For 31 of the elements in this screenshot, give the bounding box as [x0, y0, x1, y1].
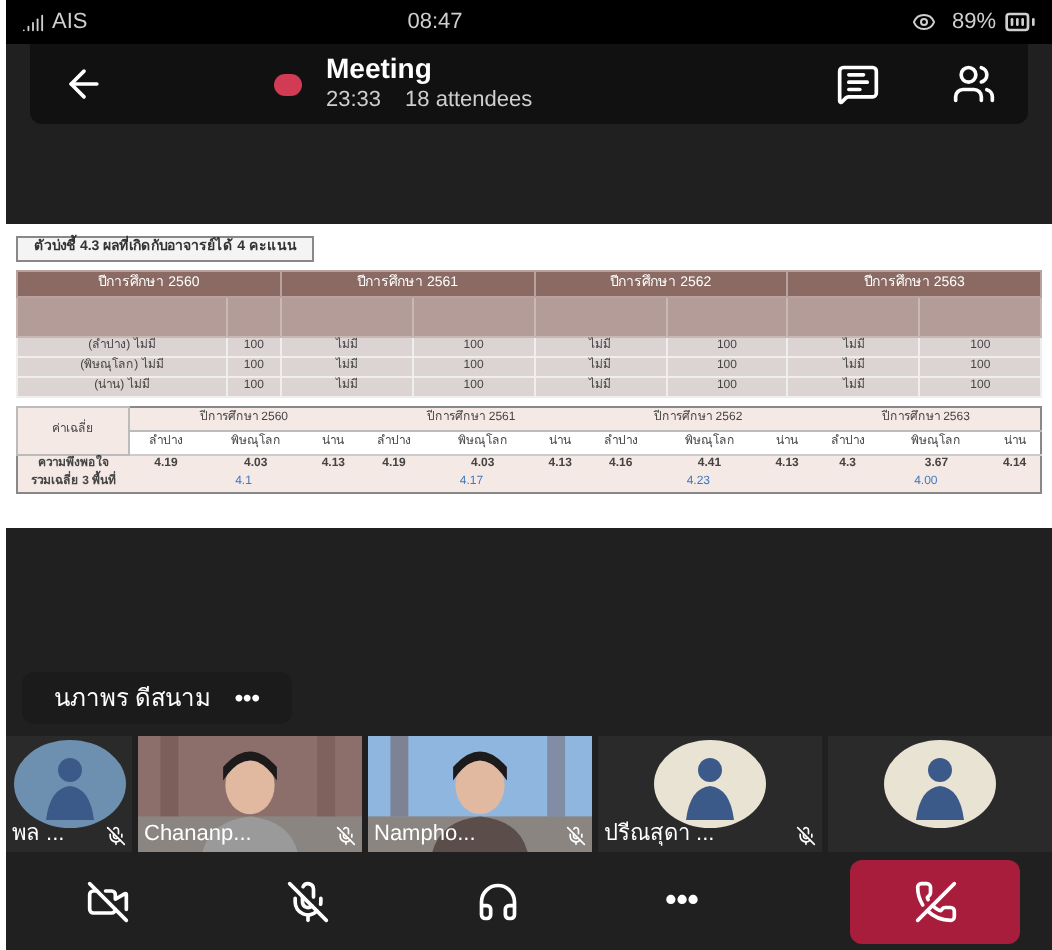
participant-tile[interactable]: พล ...	[6, 736, 132, 852]
carrier-text: AIS	[52, 7, 88, 38]
call-duration: 23:33	[326, 87, 382, 116]
participant-tile[interactable]: Nampho...	[368, 736, 592, 852]
presenter-name: นภาพร ดีสนาม	[54, 682, 211, 716]
eye-icon	[911, 10, 936, 34]
avatar-icon	[13, 740, 125, 828]
hang-up-icon	[913, 879, 957, 923]
camera-off-icon	[86, 879, 130, 923]
participant-name: Nampho...	[374, 819, 476, 849]
attendee-count: 18 attendees	[405, 87, 533, 116]
more-button[interactable]: •••	[612, 877, 752, 925]
participants-button[interactable]	[952, 62, 996, 106]
participant-name: ปรีณสุดา ...	[604, 819, 715, 850]
mic-off-icon	[286, 879, 330, 923]
more-text: •••	[234, 682, 260, 716]
meeting-title: Meeting	[326, 52, 434, 88]
people-icon	[952, 62, 996, 106]
clock-text: 08:47	[407, 7, 463, 38]
participant-tile[interactable]: ปรีณสุดา ...	[598, 736, 822, 852]
participant-tile[interactable]: Chananp...	[138, 736, 362, 852]
participant-tile[interactable]	[828, 736, 1052, 852]
battery-text: 89%	[951, 7, 996, 38]
participant-name: พล ...	[12, 819, 65, 849]
headset-icon	[476, 879, 520, 923]
avatar-icon	[884, 740, 996, 828]
signal-icon	[22, 11, 44, 33]
participant-name: Chananp...	[144, 819, 252, 849]
chat-button[interactable]	[836, 62, 880, 106]
hang-up-button[interactable]	[850, 859, 1020, 943]
chat-icon	[836, 62, 880, 106]
